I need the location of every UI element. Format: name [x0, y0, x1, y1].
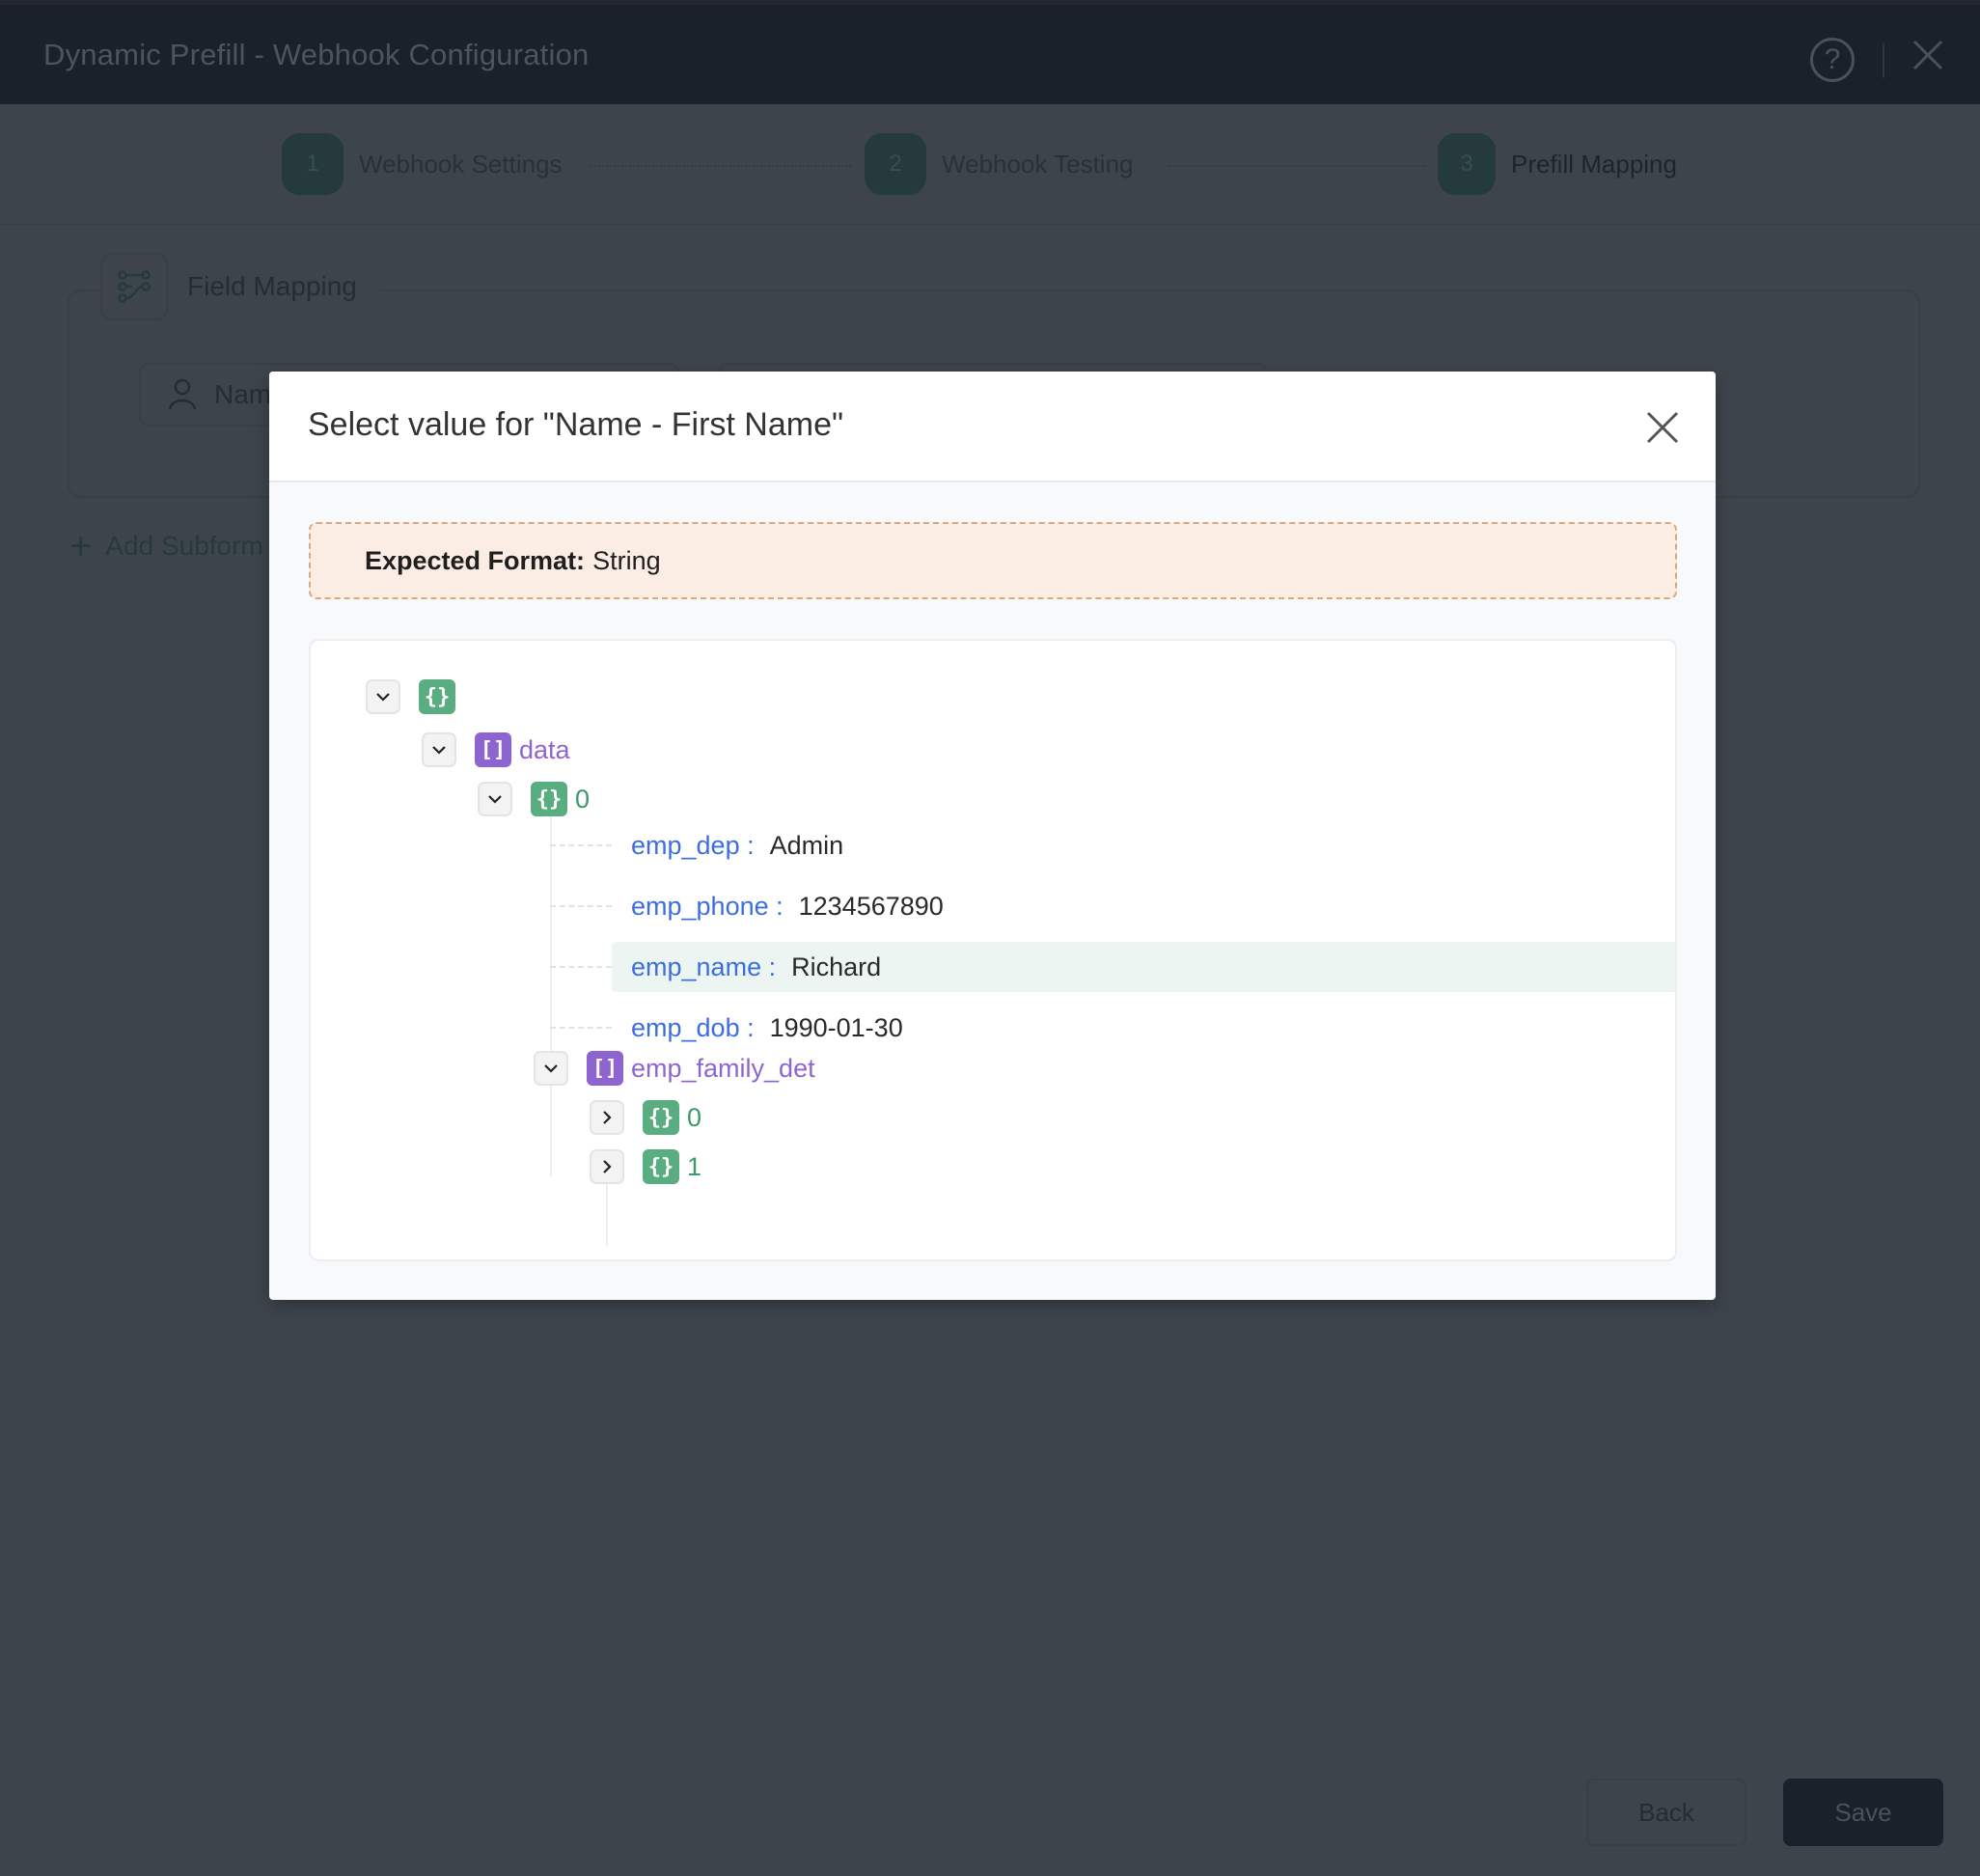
step-webhook-settings[interactable]: 1 Webhook Settings: [282, 133, 563, 195]
tree-connector: [550, 905, 612, 907]
stepper-divider: [0, 224, 1980, 225]
tree-node-family-0[interactable]: {} 0: [590, 1100, 701, 1135]
chevron-right-icon[interactable]: [590, 1149, 624, 1184]
window-title: Dynamic Prefill - Webhook Configuration: [43, 38, 590, 71]
field-key: emp_dep :: [631, 830, 755, 860]
step-connector: [1168, 165, 1426, 167]
user-icon: [168, 378, 197, 410]
expected-format-label: Expected Format:: [365, 545, 586, 575]
mapping-icon: [100, 253, 168, 320]
tree-node-data-0[interactable]: {} 0: [478, 782, 590, 816]
add-subform-button[interactable]: + Add Subform: [69, 527, 263, 566]
step-label: Webhook Testing: [942, 149, 1134, 179]
tree-node-emp-family-det[interactable]: [] emp_family_det: [534, 1051, 815, 1086]
object-icon: {}: [643, 1149, 679, 1184]
help-circle-icon[interactable]: ?: [1810, 38, 1855, 82]
tree-node-data[interactable]: [] data: [422, 732, 570, 767]
select-value-modal: Select value for "Name - First Name" Exp…: [269, 372, 1716, 1300]
footer-divider: [4, 1654, 1980, 1655]
tree-connector: [550, 1027, 612, 1029]
chevron-down-icon[interactable]: [534, 1051, 568, 1086]
field-value: Admin: [769, 830, 844, 860]
save-button[interactable]: Save: [1783, 1779, 1943, 1846]
chevron-down-icon[interactable]: [422, 732, 456, 767]
window-header: Dynamic Prefill - Webhook Configuration …: [0, 0, 1980, 104]
object-icon: {}: [531, 782, 567, 816]
field-key: emp_dob :: [631, 1012, 755, 1042]
node-label: 0: [575, 784, 591, 814]
step-number: 3: [1438, 133, 1496, 195]
object-icon: {}: [419, 679, 455, 714]
step-label: Webhook Settings: [359, 149, 563, 179]
plus-icon: +: [69, 525, 93, 567]
node-label: data: [519, 734, 570, 764]
field-value: 1234567890: [798, 891, 944, 921]
tree-leaf-emp-dep[interactable]: emp_dep : Admin: [550, 820, 1675, 870]
chevron-down-icon[interactable]: [366, 679, 400, 714]
tree-leaf-emp-name[interactable]: emp_name : Richard: [550, 942, 1675, 992]
modal-header: Select value for "Name - First Name": [269, 372, 1716, 483]
expected-format-notice: Expected Format: String: [309, 522, 1677, 599]
close-icon[interactable]: [1909, 36, 1947, 74]
field-mapping-legend: Field Mapping: [100, 253, 380, 320]
node-label: 0: [687, 1102, 702, 1132]
json-tree: {} [] data {} 0 emp_dep : Admin emp_phon: [309, 639, 1677, 1261]
node-label: emp_family_det: [631, 1053, 815, 1083]
step-webhook-testing[interactable]: 2 Webhook Testing: [865, 133, 1134, 195]
object-icon: {}: [643, 1100, 679, 1135]
modal-title: Select value for "Name - First Name": [308, 406, 844, 443]
expected-format-value: String: [592, 545, 661, 575]
chevron-down-icon[interactable]: [478, 782, 512, 816]
chevron-right-icon[interactable]: [590, 1100, 624, 1135]
tree-leaf-emp-dob[interactable]: emp_dob : 1990-01-30: [550, 1003, 1675, 1053]
tree-connector: [550, 966, 612, 968]
tree-node-family-1[interactable]: {} 1: [590, 1149, 701, 1184]
header-divider: [1883, 43, 1884, 78]
close-icon[interactable]: [1644, 409, 1681, 446]
field-mapping-title: Field Mapping: [187, 271, 357, 301]
array-icon: []: [475, 732, 511, 767]
field-key: emp_phone :: [631, 891, 784, 921]
add-subform-label: Add Subform: [105, 531, 263, 561]
step-connector: [591, 165, 851, 167]
name-field-label: Nam: [214, 379, 272, 409]
back-button[interactable]: Back: [1586, 1779, 1746, 1846]
tree-connector: [550, 844, 612, 846]
array-icon: []: [587, 1051, 623, 1086]
step-number: 2: [865, 133, 926, 195]
node-label: 1: [687, 1151, 702, 1181]
step-prefill-mapping[interactable]: 3 Prefill Mapping: [1438, 133, 1677, 195]
tree-node-root[interactable]: {}: [366, 679, 455, 714]
field-value: Richard: [791, 952, 882, 981]
field-value: 1990-01-30: [769, 1012, 903, 1042]
tree-leaf-emp-phone[interactable]: emp_phone : 1234567890: [550, 881, 1675, 931]
step-number: 1: [282, 133, 344, 195]
step-label: Prefill Mapping: [1511, 149, 1677, 179]
field-key: emp_name :: [631, 952, 777, 981]
